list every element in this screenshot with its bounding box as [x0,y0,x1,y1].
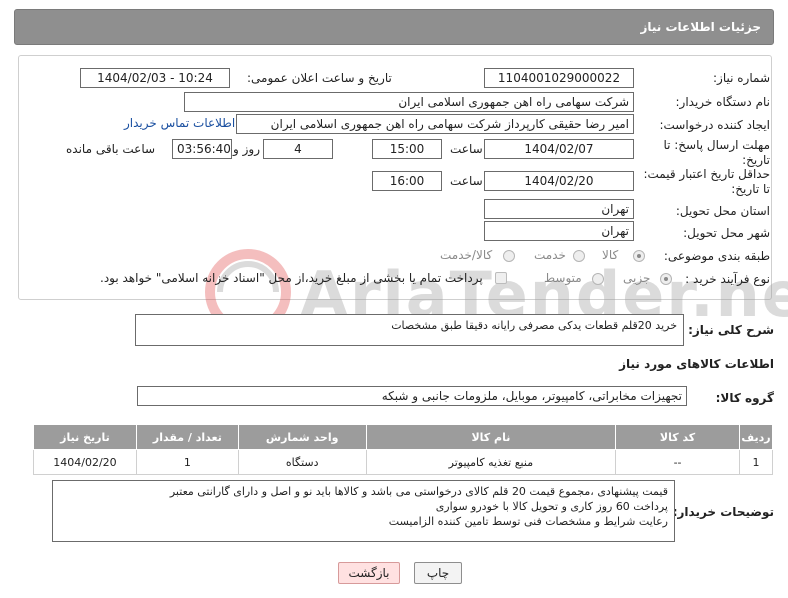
cell-quantity: 1 [135,449,239,475]
print-button[interactable]: چاپ [414,562,462,584]
remaining-time-field: 03:56:40 [172,139,232,159]
need-number-field: 1104001029000022 [484,68,634,88]
description-text: خرید 20قلم قطعات یدکی مصرفی رایانه دقیقا… [391,319,677,332]
city-label: شهر محل تحویل: [683,226,770,240]
price-validity-label-line2: تا تاریخ: [731,182,770,196]
buyer-notes-label: توضیحات خریدار: [672,505,774,519]
category-goods-radio[interactable] [633,250,645,262]
goods-group-label: گروه کالا: [715,391,774,405]
buyer-org-field: شرکت سهامی راه اهن جمهوری اسلامی ایران [184,92,634,112]
cell-name: منبع تغذیه کامپیوتر [365,449,617,475]
col-quantity: تعداد / مقدار [135,424,239,450]
deadline-label-line1: مهلت ارسال پاسخ: تا [663,138,770,152]
deadline-time-label: ساعت [450,142,483,156]
cell-need-date: 1404/02/20 [33,449,137,475]
deadline-label-line2: تاریخ: [742,153,770,167]
cell-unit: دستگاه [237,449,367,475]
buyer-notes-line-2: پرداخت 60 روز کاری و تحویل کالا با خودرو… [435,500,668,513]
price-validity-label-line1: حداقل تاریخ اعتبار قیمت: [643,167,770,181]
process-label: نوع فرآیند خرید : [685,272,770,286]
process-small-radio[interactable] [660,273,672,285]
price-validity-date-field: 1404/02/20 [484,171,634,191]
table-row: 1404/02/20 1 دستگاه منبع تغذیه کامپیوتر … [33,449,774,475]
remaining-time-label: ساعت باقی مانده [66,142,156,156]
price-validity-time-label: ساعت [450,174,483,188]
col-code: کد کالا [615,424,740,450]
announce-label: تاریخ و ساعت اعلان عمومی: [247,71,392,85]
process-small-label: جزیی [623,271,651,285]
buyer-notes-line-3: رعایت شرایط و مشخصات فنی توسط تامین کنند… [388,515,668,528]
cell-code: -- [615,449,740,475]
treasury-payment-checkbox[interactable] [495,272,507,284]
goods-section-title: اطلاعات کالاهای مورد نیاز [619,357,774,371]
deadline-date-field: 1404/02/07 [484,139,634,159]
requester-field: امیر رضا حقیقی کارپرداز شرکت سهامی راه ا… [236,114,634,134]
category-goods-label: کالا [602,248,619,262]
category-service-label: خدمت [534,248,566,262]
buyer-org-label: نام دستگاه خریدار: [675,95,771,109]
price-validity-time-field: 16:00 [372,171,442,191]
category-service-radio[interactable] [573,250,585,262]
process-medium-radio[interactable] [592,273,604,285]
requester-label: ایجاد کننده درخواست: [659,118,770,132]
category-goods-service-label: کالا/خدمت [440,248,493,262]
city-field: تهران [484,221,634,241]
col-row: ردیف [738,424,774,450]
col-need-date: تاریخ نیاز [33,424,137,450]
announce-date-field: 1404/02/03 - 10:24 [80,68,230,88]
need-number-label: شماره نیاز: [713,71,770,85]
col-name: نام کالا [365,424,617,450]
goods-table: تاریخ نیاز تعداد / مقدار واحد شمارش نام … [33,424,774,475]
category-goods-service-radio[interactable] [503,250,515,262]
deadline-days-field: 4 [263,139,333,159]
province-label: استان محل تحویل: [675,204,770,218]
goods-group-field: تجهیزات مخابراتی، کامپیوتر، موبایل، ملزو… [137,386,687,406]
col-unit: واحد شمارش [237,424,367,450]
back-button[interactable]: بازگشت [338,562,400,584]
buyer-contact-link[interactable]: اطلاعات تماس خریدار [124,116,235,130]
page-header: جزئیات اطلاعات نیاز [14,9,774,45]
page-title: جزئیات اطلاعات نیاز [640,20,761,34]
deadline-time-field: 15:00 [372,139,442,159]
province-field: تهران [484,199,634,219]
goods-table-header: تاریخ نیاز تعداد / مقدار واحد شمارش نام … [33,424,774,450]
buyer-notes-field: قیمت پیشنهادی ،مجموع قیمت 20 قلم کالای د… [52,480,675,542]
description-label: شرح کلی نیاز: [688,323,774,337]
cell-row: 1 [738,449,774,475]
treasury-payment-note: پرداخت تمام یا بخشی از مبلغ خرید،از محل … [100,271,483,285]
category-label: طبقه بندی موضوعی: [663,249,770,263]
process-medium-label: متوسط [544,271,582,285]
deadline-days-label: روز و [233,142,260,156]
description-field: خرید 20قلم قطعات یدکی مصرفی رایانه دقیقا… [135,314,684,346]
buyer-notes-line-1: قیمت پیشنهادی ،مجموع قیمت 20 قلم کالای د… [169,485,668,498]
